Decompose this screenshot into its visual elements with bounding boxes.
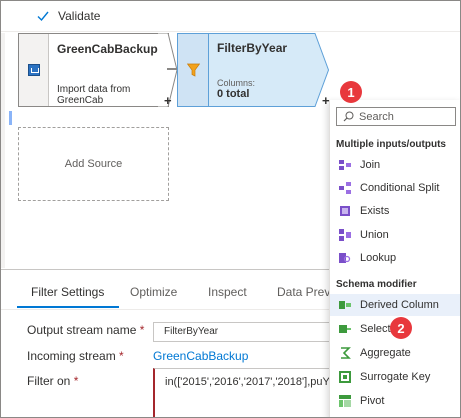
callout-badge-2: 2 bbox=[390, 317, 412, 339]
menu-item-label: Aggregate bbox=[360, 347, 411, 359]
filter-node-title: FilterByYear bbox=[217, 41, 288, 55]
add-after-source-button[interactable]: + bbox=[164, 93, 172, 108]
union-icon bbox=[339, 229, 351, 241]
add-source-label: Add Source bbox=[64, 158, 123, 170]
incoming-stream-label-text: Incoming stream bbox=[27, 349, 116, 363]
filter-node-columns-value: 0 total bbox=[217, 88, 250, 100]
menu-item-pivot[interactable]: Pivot bbox=[330, 390, 460, 412]
funnel-icon bbox=[186, 63, 200, 77]
incoming-stream-link[interactable]: GreenCabBackup bbox=[153, 349, 248, 363]
derived-column-icon bbox=[339, 301, 351, 309]
filter-node[interactable]: FilterByYear Columns: 0 total bbox=[177, 33, 329, 107]
filter-on-label: Filter on * bbox=[27, 374, 78, 388]
menu-item-label: Lookup bbox=[360, 252, 397, 264]
pivot-icon bbox=[339, 395, 351, 407]
toolbar: Validate bbox=[1, 1, 460, 32]
menu-item-label: Join bbox=[360, 159, 381, 171]
select-icon bbox=[339, 325, 351, 333]
source-icon bbox=[27, 64, 40, 76]
surrogate-key-icon bbox=[339, 371, 351, 383]
menu-item-label: Union bbox=[360, 229, 389, 241]
menu-item-lookup[interactable]: Lookup bbox=[330, 247, 460, 269]
source-node-strip bbox=[19, 34, 49, 106]
validate-button[interactable]: Validate bbox=[36, 9, 100, 23]
filter-node-columns-label: Columns: bbox=[217, 78, 256, 88]
output-stream-label: Output stream name * bbox=[27, 323, 144, 337]
filter-on-label-text: Filter on bbox=[27, 374, 71, 388]
menu-item-surrogate-key[interactable]: Surrogate Key bbox=[330, 366, 460, 388]
tab-filter-settings[interactable]: Filter Settings bbox=[31, 285, 104, 299]
conditional-split-icon bbox=[339, 182, 351, 194]
validate-label: Validate bbox=[58, 9, 101, 23]
required-marker: * bbox=[139, 323, 145, 337]
add-transformation-menu: Search Multiple inputs/outputs Join Cond… bbox=[329, 100, 460, 417]
output-stream-input[interactable]: FilterByYear bbox=[153, 322, 333, 342]
section-schema-modifier: Schema modifier bbox=[336, 279, 417, 290]
menu-item-label: Pivot bbox=[360, 395, 385, 407]
menu-item-join[interactable]: Join bbox=[330, 154, 460, 176]
menu-item-derived-column[interactable]: Derived Column bbox=[330, 294, 460, 316]
menu-item-aggregate[interactable]: Aggregate bbox=[330, 342, 460, 364]
menu-item-exists[interactable]: Exists bbox=[330, 200, 460, 222]
required-marker: * bbox=[73, 374, 79, 388]
incoming-stream-label: Incoming stream * bbox=[27, 349, 124, 363]
data-flow-editor: Validate GreenCabBackup Import data from… bbox=[0, 0, 461, 418]
canvas-left-rail bbox=[1, 33, 5, 268]
tab-optimize[interactable]: Optimize bbox=[130, 285, 177, 299]
canvas-marker bbox=[9, 111, 12, 125]
active-tab-indicator bbox=[17, 306, 119, 308]
lookup-icon bbox=[339, 253, 351, 263]
menu-item-conditional-split[interactable]: Conditional Split bbox=[330, 177, 460, 199]
output-stream-label-text: Output stream name bbox=[27, 323, 137, 337]
exists-icon bbox=[340, 206, 350, 216]
menu-item-label: Surrogate Key bbox=[360, 371, 431, 383]
menu-item-union[interactable]: Union bbox=[330, 224, 460, 246]
section-multiple-inputs-outputs: Multiple inputs/outputs bbox=[336, 139, 446, 150]
menu-item-label: Select bbox=[360, 323, 391, 335]
search-placeholder: Search bbox=[359, 110, 394, 123]
checkmark-icon bbox=[37, 11, 49, 22]
tab-inspect[interactable]: Inspect bbox=[208, 285, 247, 299]
menu-item-label: Derived Column bbox=[360, 299, 439, 311]
source-node-title: GreenCabBackup bbox=[57, 42, 158, 56]
filter-expression-editor[interactable]: in(['2015','2016','2017','2018'],puYear) bbox=[153, 368, 353, 417]
menu-item-label: Conditional Split bbox=[360, 182, 440, 194]
required-marker: * bbox=[119, 349, 124, 363]
callout-badge-1: 1 bbox=[340, 81, 362, 103]
filter-node-strip bbox=[177, 33, 209, 107]
add-source-button[interactable]: Add Source bbox=[18, 127, 169, 201]
source-node[interactable]: GreenCabBackup Import data from GreenCab bbox=[18, 33, 169, 107]
aggregate-icon bbox=[341, 347, 351, 359]
join-icon bbox=[339, 160, 351, 170]
search-input[interactable]: Search bbox=[336, 107, 456, 126]
source-node-description: Import data from GreenCab bbox=[57, 84, 131, 106]
search-icon bbox=[343, 111, 354, 122]
menu-item-label: Exists bbox=[360, 205, 390, 217]
